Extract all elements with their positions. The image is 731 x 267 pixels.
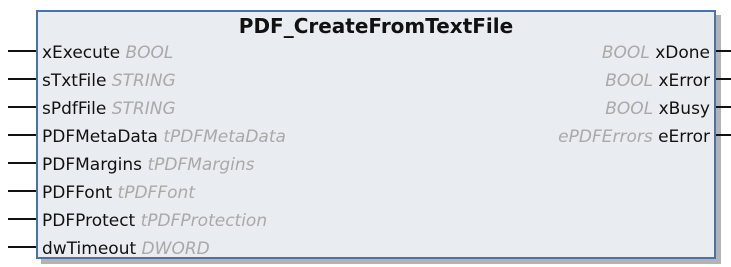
input-pin-type: tPDFMargins <box>147 155 255 175</box>
output-pin-xdone[interactable]: BOOL xDone <box>602 39 710 67</box>
input-connector-line <box>8 106 36 108</box>
input-connector-line <box>8 190 36 192</box>
input-pin-pdfprotect[interactable]: PDFProtect tPDFProtection <box>42 207 267 235</box>
output-connector-line <box>716 50 731 52</box>
input-pin-spdffile[interactable]: sPdfFile STRING <box>42 95 176 123</box>
input-pin-pdfmetadata[interactable]: PDFMetaData tPDFMetaData <box>42 123 286 151</box>
output-pin-name: eError <box>658 127 710 147</box>
input-pin-type: STRING <box>111 71 176 91</box>
input-pin-name: xExecute <box>42 43 126 63</box>
output-connector-line <box>716 106 731 108</box>
output-pin-eerror[interactable]: ePDFErrors eError <box>558 123 710 151</box>
output-pin-type: ePDFErrors <box>558 127 659 147</box>
input-pin-type: STRING <box>111 99 176 119</box>
input-connector-line <box>8 78 36 80</box>
input-connector-line <box>8 246 36 248</box>
input-pin-type: tPDFFont <box>117 183 195 203</box>
input-pin-pdffont[interactable]: PDFFont tPDFFont <box>42 179 195 207</box>
output-pin-name: xError <box>658 71 711 91</box>
output-connector-line <box>716 78 731 80</box>
input-connector-line <box>8 50 36 52</box>
output-connector-line <box>716 134 731 136</box>
input-connector-line <box>8 162 36 164</box>
input-pin-dwtimeout[interactable]: dwTimeout DWORD <box>42 235 210 263</box>
output-pin-type: BOOL <box>605 99 659 119</box>
output-pin-type: BOOL <box>601 43 656 63</box>
input-pin-type: tPDFProtection <box>140 211 268 231</box>
input-connector-line <box>8 134 36 136</box>
input-pin-pdfmargins[interactable]: PDFMargins tPDFMargins <box>42 151 254 179</box>
input-pin-name: dwTimeout <box>42 239 142 259</box>
input-pin-name: PDFFont <box>42 183 118 203</box>
input-pin-name: sPdfFile <box>42 99 112 119</box>
input-pin-name: PDFMargins <box>42 155 148 175</box>
output-pin-xbusy[interactable]: BOOL xBusy <box>605 95 710 123</box>
input-pin-type: BOOL <box>125 43 174 63</box>
function-block[interactable]: PDF_CreateFromTextFile xExecute BOOL sTx… <box>36 10 716 259</box>
output-pin-name: xDone <box>655 43 710 63</box>
input-pin-name: PDFMetaData <box>42 127 164 147</box>
input-pin-name: sTxtFile <box>42 71 112 91</box>
output-pin-xerror[interactable]: BOOL xError <box>605 67 710 95</box>
output-pin-name: xBusy <box>658 99 710 119</box>
input-connector-line <box>8 218 36 220</box>
input-pin-name: PDFProtect <box>42 211 141 231</box>
output-pin-type: BOOL <box>605 71 659 91</box>
function-block-title: PDF_CreateFromTextFile <box>238 14 514 38</box>
input-pin-stxtfile[interactable]: sTxtFile STRING <box>42 67 176 95</box>
input-pin-type: DWORD <box>141 239 210 259</box>
input-pin-xexecute[interactable]: xExecute BOOL <box>42 39 173 67</box>
input-pin-type: tPDFMetaData <box>163 127 286 147</box>
